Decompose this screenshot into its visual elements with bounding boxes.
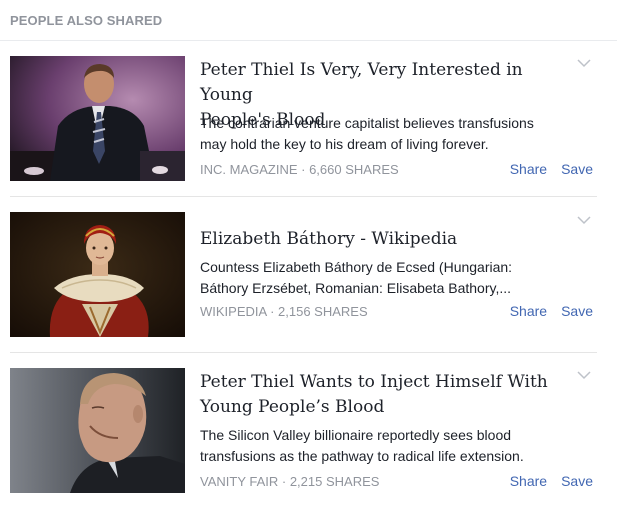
share-count: 2,156 SHARES	[278, 304, 368, 319]
item-divider	[10, 196, 597, 197]
description-line: The contrarian venture capitalist believ…	[200, 115, 534, 131]
description-line: The Silicon Valley billionaire reportedl…	[200, 427, 512, 443]
meta-separator: ·	[266, 304, 279, 319]
description-line: transfusions as the pathway to radical l…	[200, 448, 524, 464]
source-name: VANITY FAIR	[200, 474, 279, 489]
description-line: Countess Elizabeth Báthory de Ecsed (Hun…	[200, 259, 513, 275]
article-title[interactable]: Elizabeth Báthory - Wikipedia	[200, 227, 560, 252]
article-title-line[interactable]: Peter Thiel Is Very, Very Interested in …	[200, 58, 560, 108]
save-button[interactable]: Save	[561, 303, 593, 319]
article-title-line[interactable]: Elizabeth Báthory - Wikipedia	[200, 227, 560, 252]
source-name: WIKIPEDIA	[200, 304, 267, 319]
article-thumbnail[interactable]	[10, 212, 185, 337]
source-name: INC. MAGAZINE	[200, 162, 298, 177]
share-button[interactable]: Share	[510, 303, 547, 319]
share-button[interactable]: Share	[510, 161, 547, 177]
article-description: The Silicon Valley billionaire reportedl…	[200, 425, 570, 467]
share-count: 2,215 SHARES	[289, 474, 380, 489]
item-actions: Share Save	[510, 161, 593, 177]
item-divider	[10, 352, 597, 353]
shared-item[interactable]: Peter Thiel Wants to Inject Himself With…	[0, 368, 617, 498]
article-meta: WIKIPEDIA · 2,156 SHARES	[200, 304, 368, 319]
meta-separator: ·	[278, 474, 290, 489]
chevron-down-icon[interactable]	[577, 58, 591, 68]
article-thumbnail[interactable]	[10, 368, 185, 493]
article-title[interactable]: Peter Thiel Wants to Inject Himself With…	[200, 370, 560, 420]
article-title-line[interactable]: Peter Thiel Wants to Inject Himself With	[200, 370, 560, 395]
chevron-down-icon[interactable]	[577, 215, 591, 225]
item-actions: Share Save	[510, 473, 593, 489]
header-divider	[0, 40, 617, 41]
section-header: PEOPLE ALSO SHARED	[10, 13, 163, 28]
person-photo-icon	[10, 56, 185, 181]
description-line: Báthory Erzsébet, Romanian: Elisabeta Ba…	[200, 280, 512, 296]
save-button[interactable]: Save	[561, 161, 593, 177]
article-title-line[interactable]: Young People’s Blood	[200, 395, 560, 420]
item-actions: Share Save	[510, 303, 593, 319]
shared-item[interactable]: Elizabeth Báthory - Wikipedia Countess E…	[0, 212, 617, 352]
meta-separator: ·	[297, 162, 310, 177]
article-description: Countess Elizabeth Báthory de Ecsed (Hun…	[200, 257, 570, 299]
article-description: The contrarian venture capitalist believ…	[200, 113, 570, 155]
article-thumbnail[interactable]	[10, 56, 185, 181]
person-photo-icon	[10, 368, 185, 493]
share-count: 6,660 SHARES	[309, 162, 399, 177]
chevron-down-icon[interactable]	[577, 370, 591, 380]
save-button[interactable]: Save	[561, 473, 593, 489]
article-meta: VANITY FAIR · 2,215 SHARES	[200, 474, 379, 489]
article-meta: INC. MAGAZINE · 6,660 SHARES	[200, 162, 399, 177]
share-button[interactable]: Share	[510, 473, 547, 489]
shared-item[interactable]: Peter Thiel Is Very, Very Interested in …	[0, 56, 617, 196]
portrait-painting-icon	[10, 212, 185, 337]
description-line: may hold the key to his dream of living …	[200, 136, 489, 152]
